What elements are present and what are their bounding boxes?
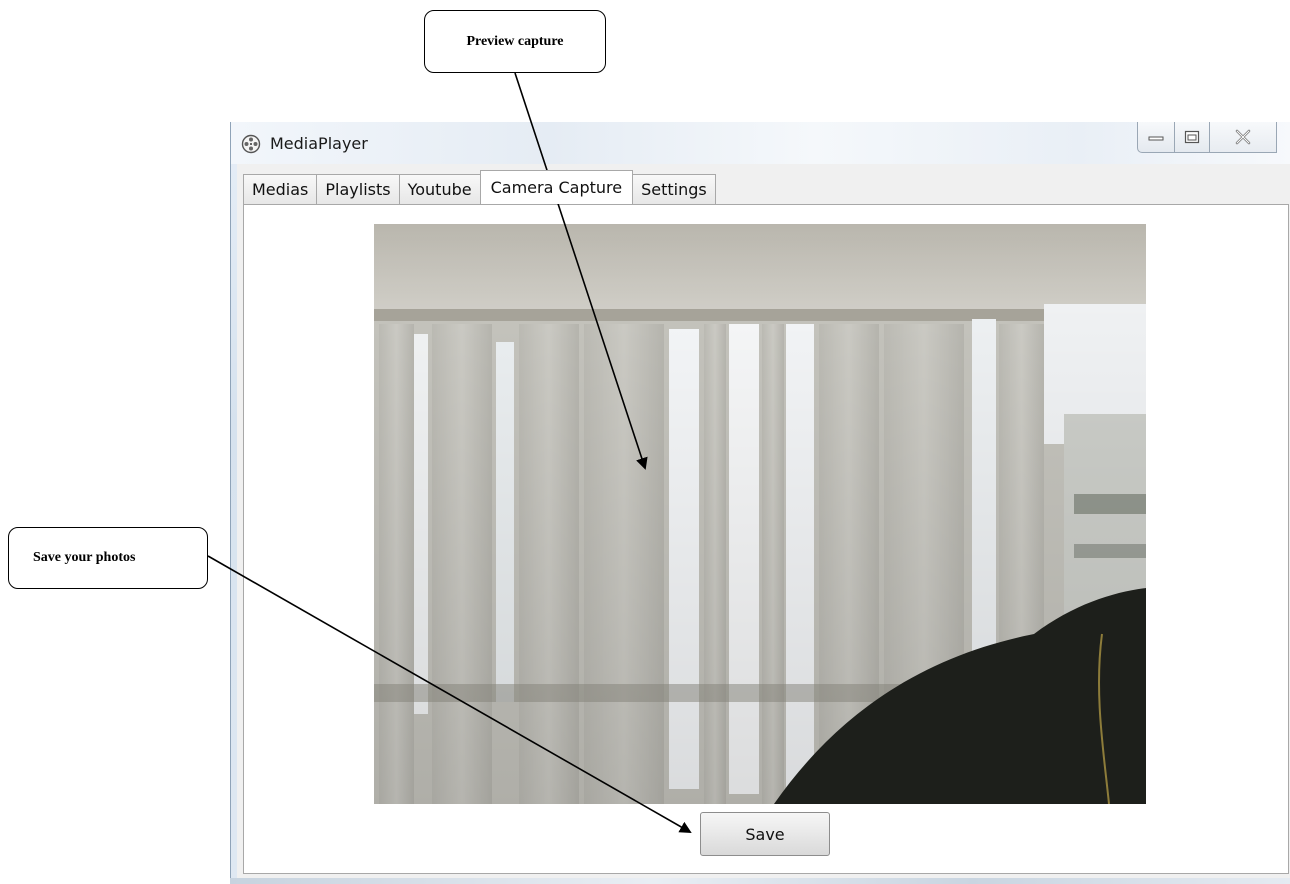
save-button[interactable]: Save: [700, 812, 830, 856]
tab-playlists[interactable]: Playlists: [316, 174, 400, 204]
minimize-icon: [1148, 136, 1164, 141]
annotation-preview-capture: Preview capture: [424, 10, 606, 73]
tab-camera-capture[interactable]: Camera Capture: [479, 170, 634, 204]
annotation-save-photos: Save your photos: [8, 527, 208, 589]
close-button[interactable]: [1210, 122, 1277, 153]
window-controls: [1137, 122, 1277, 154]
window-title: MediaPlayer: [270, 134, 368, 153]
tab-medias[interactable]: Medias: [243, 174, 318, 204]
tab-youtube[interactable]: Youtube: [398, 174, 481, 204]
tab-strip: Medias Playlists Youtube Camera Capture …: [243, 170, 716, 204]
maximize-button[interactable]: [1175, 122, 1210, 153]
tab-settings[interactable]: Settings: [632, 174, 716, 204]
window-bottom-edge: [230, 878, 1290, 884]
title-bar[interactable]: MediaPlayer: [231, 122, 1290, 164]
camera-preview: [374, 224, 1146, 804]
film-reel-icon: [241, 134, 261, 154]
webcam-frame-image: [374, 224, 1146, 804]
maximize-icon: [1184, 130, 1200, 144]
close-icon: [1235, 129, 1251, 145]
minimize-button[interactable]: [1137, 122, 1175, 153]
